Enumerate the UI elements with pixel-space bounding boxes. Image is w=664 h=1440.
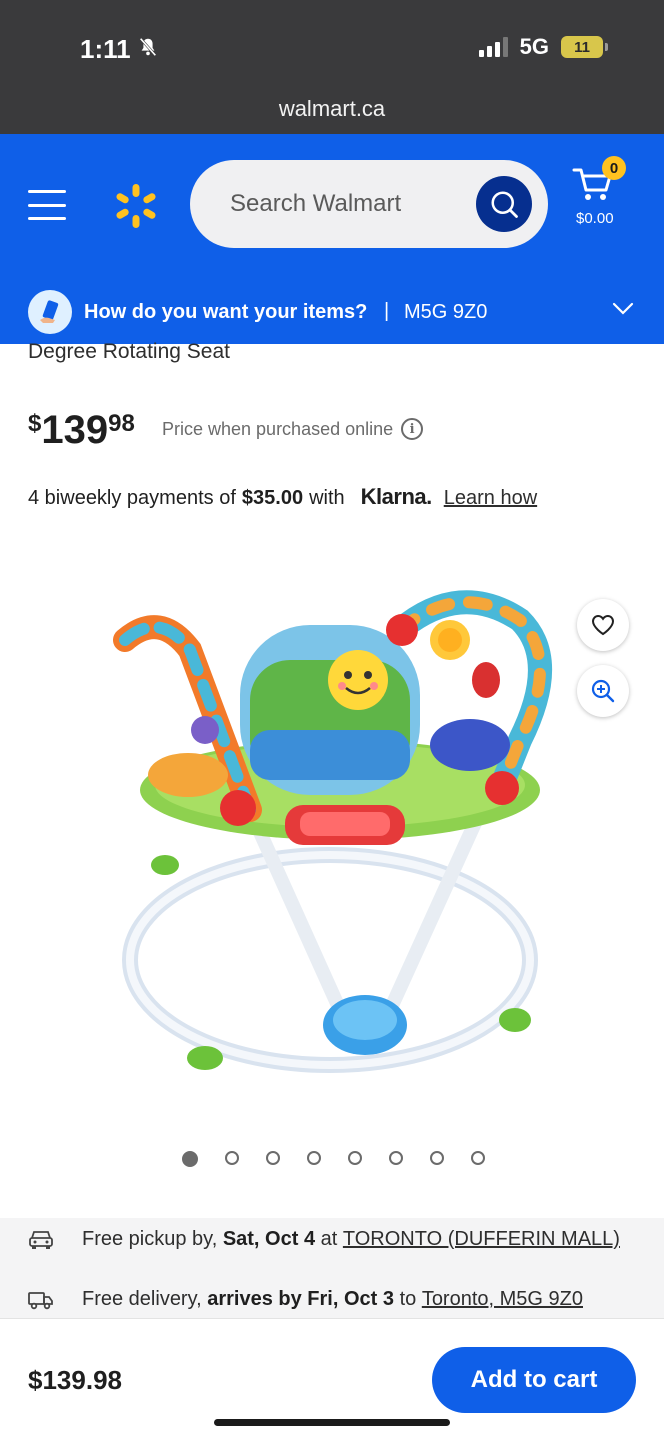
pickup-row: Free pickup by, Sat, Oct 4 at TORONTO (D… [28,1228,620,1251]
phone-hand-icon [28,290,72,334]
carousel-dot[interactable] [430,1151,444,1165]
carousel-dot[interactable] [266,1151,280,1165]
pickup-date: Sat, Oct 4 [222,1228,316,1250]
search-button[interactable] [476,176,532,232]
fulfillment-selector[interactable]: How do you want your items? | M5G 9Z0 [0,280,664,344]
product-image[interactable] [100,580,570,1100]
price-note: Price when purchased online i [162,418,424,440]
signal-icon [478,37,508,57]
klarna-amount: $35.00 [241,487,304,509]
delivery-location-link[interactable]: Toronto, M5G 9Z0 [422,1288,583,1311]
klarna-learn-how-link[interactable]: Learn how [444,487,537,510]
menu-icon[interactable] [28,190,66,220]
klarna-installments: 4 biweekly payments of $35.00 with Klarn… [28,484,537,510]
pickup-store-link[interactable]: TORONTO (DUFFERIN MALL) [343,1228,620,1251]
search-icon [491,191,518,218]
sticky-price: $139.98 [28,1365,122,1395]
url-bar[interactable]: walmart.ca [0,96,664,122]
pickup-prefix: Free pickup by, [82,1228,218,1250]
network-label: 5G [519,34,549,59]
walmart-spark-logo[interactable] [112,182,160,230]
sticky-purchase-bar: $139.98 Add to cart [0,1318,664,1440]
carousel-dot[interactable] [389,1151,403,1165]
favorite-button[interactable] [577,599,629,651]
product-title: Degree Rotating Seat [28,340,230,363]
car-icon [28,1229,56,1251]
cart-count-badge: 0 [602,156,626,180]
price-cents: 98 [108,410,135,437]
delivery-separator: | [384,300,390,322]
carousel-dot[interactable] [348,1151,362,1165]
site-header: Search Walmart 0 $0.00 [0,134,664,280]
klarna-prefix: 4 biweekly payments of [28,487,236,509]
price-currency: $ [28,410,42,437]
delivery-question: How do you want your items? [84,301,368,323]
search-placeholder: Search Walmart [230,190,402,217]
home-indicator[interactable] [214,1419,450,1426]
product-price: $ 139 98 [28,404,135,450]
chevron-down-icon[interactable] [612,302,634,316]
klarna-logo: Klarna. [360,484,433,509]
heart-icon [591,614,615,636]
delivery-prefix: Free delivery, [82,1288,202,1310]
search-input[interactable]: Search Walmart [190,160,548,248]
zoom-button[interactable] [577,665,629,717]
add-to-cart-button[interactable]: Add to cart [432,1347,636,1413]
info-icon[interactable]: i [401,418,424,440]
delivery-postal-code: M5G 9Z0 [404,301,488,323]
battery-level: 11 [561,36,603,58]
price-whole: 139 [41,408,109,452]
carousel-dot[interactable] [225,1151,239,1165]
status-time: 1:11 [80,34,159,65]
time-text: 1:11 [80,34,131,64]
delivery-date: arrives by Fri, Oct 3 [207,1288,394,1310]
image-carousel-dots [182,1151,485,1167]
cart-button[interactable]: 0 $0.00 [570,156,640,236]
status-right: 5G 11 [478,34,608,60]
price-note-text: Price when purchased online [162,418,394,439]
delivery-to: to [399,1288,417,1310]
bell-muted-icon [137,34,159,65]
fulfillment-info: Free pickup by, Sat, Oct 4 at TORONTO (D… [0,1218,664,1318]
klarna-with: with [309,487,345,509]
carousel-dot[interactable] [471,1151,485,1165]
browser-top-bar: 1:11 5G 11 walmart.ca [0,0,664,134]
zoom-in-icon [591,679,615,703]
delivery-row: Free delivery, arrives by Fri, Oct 3 to … [28,1288,583,1311]
battery-icon: 11 [561,36,608,58]
truck-icon [28,1289,56,1311]
cart-total: $0.00 [576,210,614,227]
pickup-at: at [320,1228,338,1250]
carousel-dot[interactable] [307,1151,321,1165]
carousel-dot[interactable] [182,1151,198,1167]
